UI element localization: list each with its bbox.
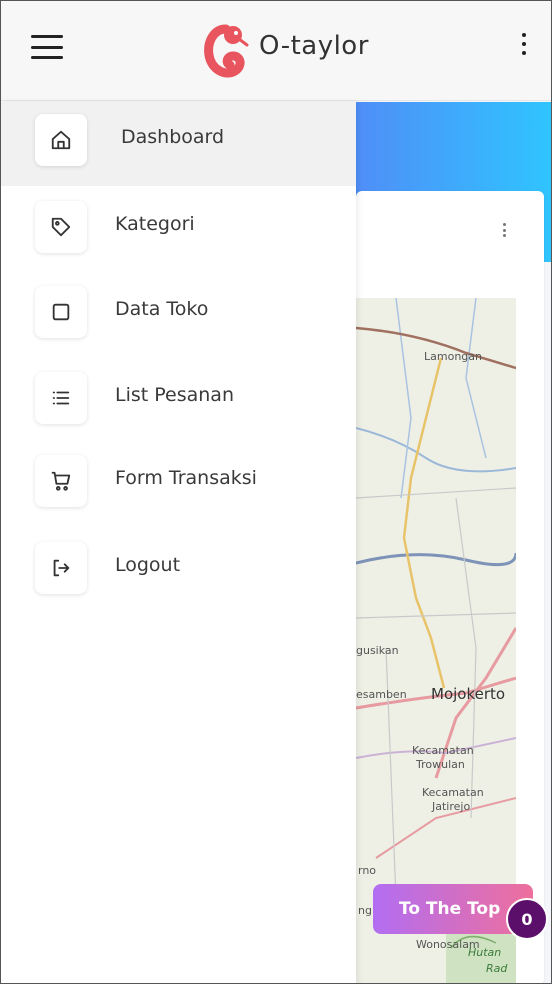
- square-icon: [35, 286, 87, 338]
- map-roads: [356, 298, 516, 983]
- chameleon-logo-icon: [204, 24, 249, 78]
- sidebar-item-label: Dashboard: [121, 126, 225, 148]
- sidebar-item-label: List Pesanan: [115, 384, 234, 406]
- sidebar-item-label: Form Transaksi: [115, 467, 257, 489]
- sidebar-item-label: Kategori: [115, 213, 195, 235]
- logout-icon: [35, 542, 87, 594]
- sidebar-item-label: Logout: [115, 554, 181, 576]
- map-label-lamongan: Lamongan: [424, 350, 482, 363]
- notification-badge[interactable]: 0: [506, 898, 548, 940]
- sidebar-drawer: Dashboard Kategori Data Toko List Pesana…: [1, 102, 356, 983]
- map-label-rno: rno: [358, 864, 377, 877]
- map-label-trowulan: Trowulan: [416, 758, 465, 771]
- hamburger-menu-icon[interactable]: [31, 35, 63, 59]
- sidebar-item-label: Data Toko: [115, 298, 209, 320]
- top-app-bar: O-taylor: [1, 1, 551, 101]
- cart-icon: [35, 455, 87, 507]
- app-title: O-taylor: [259, 31, 369, 61]
- sidebar-item-list-pesanan[interactable]: List Pesanan: [1, 360, 356, 444]
- map-label-kecamatan-2: Kecamatan: [422, 786, 484, 799]
- map-label-mojokerto: Mojokerto: [431, 685, 506, 703]
- map-label-hutan: Hutan: [468, 946, 502, 959]
- sidebar-item-kategori[interactable]: Kategori: [1, 189, 356, 273]
- map-label-rada: Rad: [486, 962, 508, 975]
- map-label-jatirejo: Jatirejo: [432, 800, 471, 813]
- map-label-kecamatan-1: Kecamatan: [412, 744, 474, 757]
- map-label-gusikan: gusikan: [356, 644, 399, 657]
- map-view[interactable]: Lamongan gusikan esamben Mojokerto Kecam…: [356, 298, 516, 983]
- overflow-menu-icon[interactable]: [521, 33, 527, 55]
- card-menu-icon[interactable]: [503, 223, 507, 237]
- app-frame: Lamongan gusikan esamben Mojokerto Kecam…: [0, 0, 552, 984]
- sidebar-item-dashboard[interactable]: Dashboard: [1, 102, 356, 186]
- map-label-ng: ng: [358, 904, 372, 917]
- sidebar-item-logout[interactable]: Logout: [1, 530, 356, 614]
- sidebar-item-form-transaksi[interactable]: Form Transaksi: [1, 443, 356, 527]
- home-icon: [35, 114, 87, 166]
- sidebar-item-data-toko[interactable]: Data Toko: [1, 274, 356, 358]
- map-label-sesamben: esamben: [356, 688, 407, 701]
- list-icon: [35, 372, 87, 424]
- tag-icon: [35, 201, 87, 253]
